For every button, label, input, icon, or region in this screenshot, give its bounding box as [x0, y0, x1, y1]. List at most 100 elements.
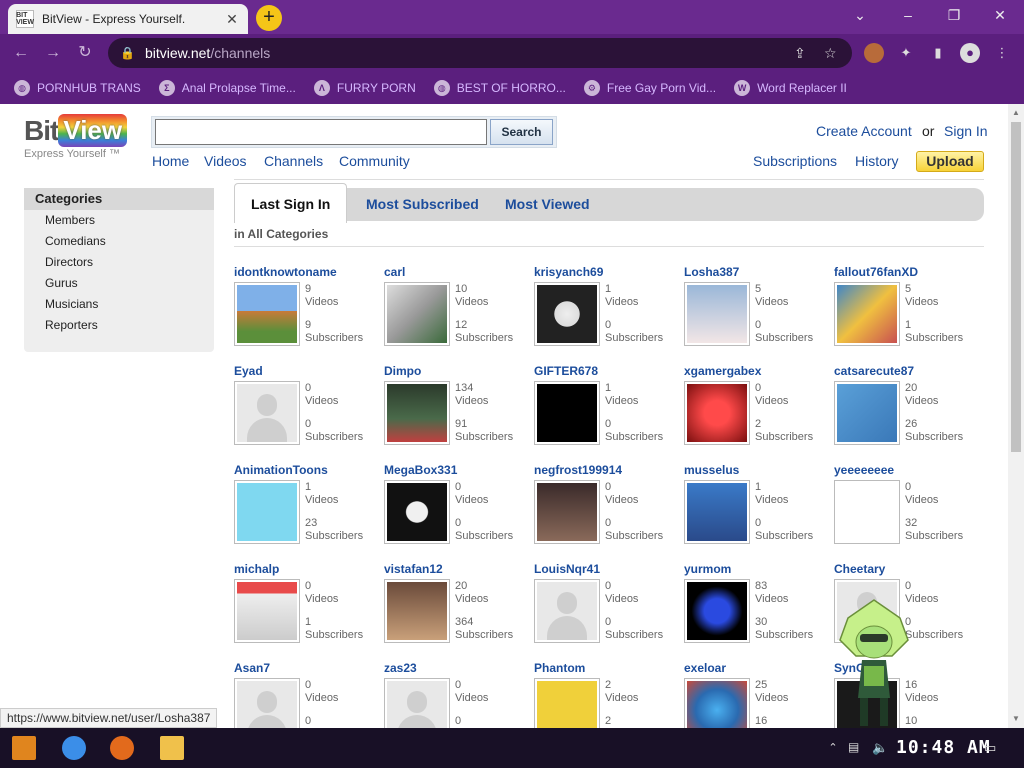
channel-name-link[interactable]: MegaBox331 — [384, 463, 457, 477]
channel-name-link[interactable]: zas23 — [384, 661, 417, 675]
channel-avatar[interactable] — [534, 381, 600, 445]
bookmark-item[interactable]: ◍ PORNHUB TRANS — [14, 80, 141, 96]
channel-avatar[interactable] — [384, 678, 450, 728]
start-menu-icon[interactable] — [12, 736, 36, 760]
channel-name-link[interactable]: Losha387 — [684, 265, 739, 279]
nav-subscriptions[interactable]: Subscriptions — [753, 153, 837, 169]
chevron-down-icon[interactable]: ⌄ — [840, 4, 880, 28]
firefox-app-icon[interactable] — [110, 736, 134, 760]
extension-avatar-icon[interactable] — [864, 43, 884, 63]
restore-icon[interactable]: ❐ — [934, 4, 974, 28]
sidebar-item-gurus[interactable]: Gurus — [24, 273, 214, 294]
nav-channels[interactable]: Channels — [264, 153, 323, 169]
sidebar-item-reporters[interactable]: Reporters — [24, 315, 214, 336]
channel-name-link[interactable]: Dimpo — [384, 364, 421, 378]
chevron-up-icon[interactable]: ⌃ — [826, 741, 840, 755]
forward-icon[interactable]: → — [42, 42, 64, 64]
search-button[interactable]: Search — [490, 119, 553, 145]
channel-name-link[interactable]: catsarecute87 — [834, 364, 914, 378]
channel-avatar[interactable] — [684, 579, 750, 643]
tab-last-sign-in[interactable]: Last Sign In — [234, 183, 348, 223]
channel-name-link[interactable]: fallout76fanXD — [834, 265, 918, 279]
channel-avatar[interactable] — [534, 678, 600, 728]
channel-name-link[interactable]: exeloar — [684, 661, 726, 675]
channel-name-link[interactable]: Cheetary — [834, 562, 885, 576]
minimize-icon[interactable]: – — [888, 4, 928, 28]
channel-avatar[interactable] — [534, 480, 600, 544]
profile-icon[interactable]: ● — [960, 43, 980, 63]
channel-name-link[interactable]: AnimationToons — [234, 463, 328, 477]
reload-icon[interactable]: ↻ — [74, 42, 96, 64]
channel-avatar[interactable] — [684, 678, 750, 728]
channel-name-link[interactable]: Asan7 — [234, 661, 270, 675]
channel-name-link[interactable]: yeeeeeeee — [834, 463, 894, 477]
channel-name-link[interactable]: carl — [384, 265, 405, 279]
nav-videos[interactable]: Videos — [204, 153, 247, 169]
menu-icon[interactable]: ⋮ — [992, 43, 1012, 63]
channel-name-link[interactable]: yurmom — [684, 562, 731, 576]
channel-name-link[interactable]: negfrost199914 — [534, 463, 622, 477]
puzzle-icon[interactable]: ✦ — [896, 43, 916, 63]
channel-name-link[interactable]: LouisNqr41 — [534, 562, 600, 576]
channel-name-link[interactable]: michalp — [234, 562, 279, 576]
upload-button[interactable]: Upload — [916, 151, 984, 172]
create-account-link[interactable]: Create Account — [816, 123, 912, 139]
bookmark-item[interactable]: ⚙ Free Gay Porn Vid... — [583, 80, 716, 96]
channel-name-link[interactable]: Eyad — [234, 364, 263, 378]
page-scrollbar[interactable]: ▲ ▼ — [1008, 104, 1024, 728]
scroll-down-icon[interactable]: ▼ — [1011, 714, 1021, 724]
channel-name-link[interactable]: Phantom — [534, 661, 585, 675]
network-icon[interactable]: ▤ — [848, 740, 864, 756]
new-tab-button[interactable]: + — [256, 5, 282, 31]
channel-avatar[interactable] — [834, 282, 900, 346]
volume-icon[interactable]: 🔈 — [872, 740, 888, 756]
scrollbar-thumb[interactable] — [1011, 122, 1021, 452]
browser-tab[interactable]: BIT VIEW BitView - Express Yourself. ✕ — [8, 4, 248, 34]
bookmark-item[interactable]: Σ Anal Prolapse Time... — [158, 80, 296, 96]
nav-history[interactable]: History — [855, 153, 899, 169]
share-icon[interactable]: ⇪ — [794, 45, 806, 62]
channel-avatar[interactable] — [234, 381, 300, 445]
channel-name-link[interactable]: vistafan12 — [384, 562, 443, 576]
window-close-icon[interactable]: ✕ — [980, 4, 1020, 28]
star-icon[interactable]: ☆ — [824, 45, 837, 62]
taskbar-clock[interactable]: 10:48 AM — [896, 737, 991, 758]
channel-avatar[interactable] — [684, 381, 750, 445]
channel-avatar[interactable] — [234, 579, 300, 643]
channel-name-link[interactable]: idontknowtoname — [234, 265, 337, 279]
sidepanel-icon[interactable]: ▮ — [928, 43, 948, 63]
bitview-logo[interactable]: Bit View Express Yourself ™ — [24, 114, 128, 160]
scroll-up-icon[interactable]: ▲ — [1011, 108, 1021, 118]
bookmark-item[interactable]: Λ FURRY PORN — [313, 80, 416, 96]
channel-name-link[interactable]: xgamergabex — [684, 364, 761, 378]
channel-avatar[interactable] — [534, 282, 600, 346]
sidebar-item-members[interactable]: Members — [24, 210, 214, 231]
tab-close-icon[interactable]: ✕ — [224, 11, 240, 28]
channel-avatar[interactable] — [234, 480, 300, 544]
channel-avatar[interactable] — [684, 480, 750, 544]
file-explorer-icon[interactable] — [160, 736, 184, 760]
sidebar-item-comedians[interactable]: Comedians — [24, 231, 214, 252]
channel-avatar[interactable] — [384, 381, 450, 445]
channel-avatar[interactable] — [234, 678, 300, 728]
nav-community[interactable]: Community — [339, 153, 410, 169]
back-icon[interactable]: ← — [10, 42, 32, 64]
channel-avatar[interactable] — [384, 579, 450, 643]
channel-name-link[interactable]: GIFTER678 — [534, 364, 598, 378]
channel-avatar[interactable] — [834, 480, 900, 544]
notification-icon[interactable]: ▭ — [984, 740, 1000, 756]
address-bar[interactable]: 🔒 bitview.net/channels ⇪ ☆ — [108, 38, 852, 68]
chrome-app-icon[interactable] — [62, 736, 86, 760]
bookmark-item[interactable]: ◍ BEST OF HORRO... — [433, 80, 566, 96]
search-input[interactable] — [155, 119, 487, 145]
tab-most-viewed[interactable]: Most Viewed — [505, 188, 590, 221]
channel-avatar[interactable] — [534, 579, 600, 643]
channel-avatar[interactable] — [384, 282, 450, 346]
channel-avatar[interactable] — [384, 480, 450, 544]
tab-most-subscribed[interactable]: Most Subscribed — [366, 188, 479, 221]
channel-name-link[interactable]: musselus — [684, 463, 739, 477]
channel-avatar[interactable] — [834, 381, 900, 445]
sign-in-link[interactable]: Sign In — [944, 123, 988, 139]
channel-avatar[interactable] — [684, 282, 750, 346]
channel-avatar[interactable] — [234, 282, 300, 346]
